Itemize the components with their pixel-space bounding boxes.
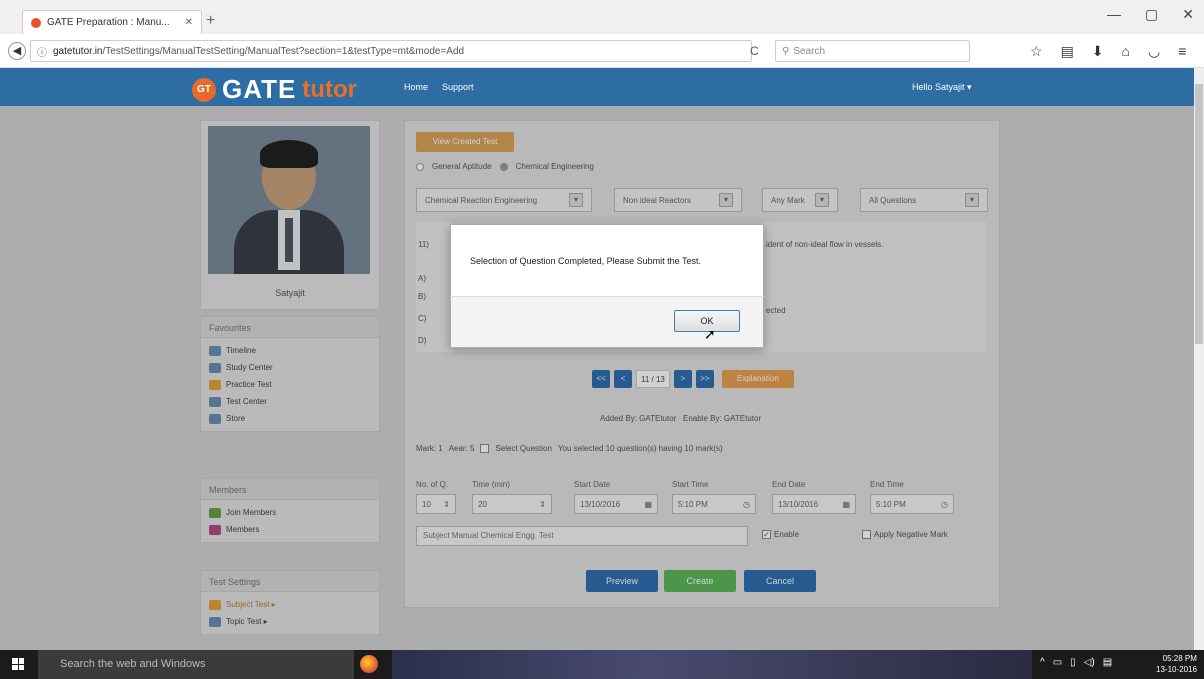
tab-title: GATE Preparation : Manu... bbox=[47, 17, 170, 28]
maximize-button[interactable]: ▢ bbox=[1145, 6, 1158, 23]
nav-home[interactable]: Home bbox=[404, 82, 428, 92]
site-logo[interactable]: GT GATE tutor bbox=[192, 74, 357, 105]
star-icon[interactable]: ☆ bbox=[1030, 43, 1043, 60]
wifi-icon[interactable]: ▯ bbox=[1070, 657, 1076, 668]
reading-list-icon[interactable]: ▤ bbox=[1061, 43, 1074, 60]
logo-badge: GT bbox=[192, 77, 216, 102]
chevron-up-icon[interactable]: ^ bbox=[1040, 657, 1045, 668]
search-placeholder: Search bbox=[793, 45, 826, 57]
minimize-button[interactable]: — bbox=[1107, 6, 1121, 23]
taskbar-search-input[interactable]: Search the web and Windows bbox=[38, 650, 354, 679]
site-header bbox=[0, 68, 1194, 106]
network-icon[interactable]: ▭ bbox=[1053, 657, 1062, 668]
firefox-icon[interactable] bbox=[360, 655, 378, 673]
nav-support[interactable]: Support bbox=[442, 82, 474, 92]
close-window-button[interactable]: ✕ bbox=[1182, 6, 1194, 23]
search-icon: ⚲ bbox=[782, 45, 790, 57]
reload-button[interactable]: C bbox=[750, 44, 759, 58]
browser-search-input[interactable]: ⚲ Search bbox=[775, 40, 970, 62]
url-host: gatetutor.in bbox=[53, 45, 103, 57]
modal-backdrop bbox=[0, 106, 1194, 650]
logo-gate: GATE bbox=[222, 74, 297, 104]
close-tab-icon[interactable]: ✕ bbox=[185, 17, 193, 28]
mouse-cursor-icon: ➚ bbox=[704, 326, 716, 342]
window-controls: — ▢ ✕ bbox=[1107, 6, 1194, 23]
user-menu[interactable]: Hello Satyajit ▾ bbox=[912, 82, 972, 93]
scrollbar-thumb[interactable] bbox=[1195, 84, 1203, 344]
url-path: /TestSettings/ManualTestSetting/ManualTe… bbox=[102, 45, 465, 57]
address-bar[interactable]: ⓘ gatetutor.in/TestSettings/ManualTestSe… bbox=[30, 40, 752, 62]
taskbar-background bbox=[392, 650, 1032, 679]
browser-tab[interactable]: GATE Preparation : Manu... ✕ bbox=[22, 10, 202, 34]
taskbar-clock[interactable]: 05:28 PM 13-10-2016 bbox=[1156, 653, 1197, 675]
site-nav: Home Support bbox=[404, 82, 474, 92]
browser-toolbar: ☆ ▤ ⬇ ⌂ ◡ ≡ bbox=[1030, 43, 1186, 60]
dialog-message: Selection of Question Completed, Please … bbox=[470, 256, 701, 266]
system-tray: ^ ▭ ▯ ◁) ▤ bbox=[1040, 657, 1112, 668]
logo-tutor: tutor bbox=[302, 75, 357, 103]
new-tab-button[interactable]: + bbox=[206, 12, 215, 30]
site-favicon-icon bbox=[31, 17, 41, 28]
windows-start-icon[interactable] bbox=[12, 658, 24, 670]
pocket-icon[interactable]: ◡ bbox=[1148, 43, 1160, 60]
volume-icon[interactable]: ◁) bbox=[1084, 657, 1095, 668]
clock-date: 13-10-2016 bbox=[1156, 665, 1197, 674]
download-icon[interactable]: ⬇ bbox=[1092, 43, 1104, 60]
notifications-icon[interactable]: ▤ bbox=[1103, 657, 1112, 668]
home-icon[interactable]: ⌂ bbox=[1122, 43, 1130, 60]
clock-time: 05:28 PM bbox=[1162, 654, 1197, 663]
info-icon[interactable]: ⓘ bbox=[37, 44, 47, 59]
menu-icon[interactable]: ≡ bbox=[1178, 43, 1186, 60]
back-arrow-icon[interactable]: ◀ bbox=[8, 42, 26, 60]
